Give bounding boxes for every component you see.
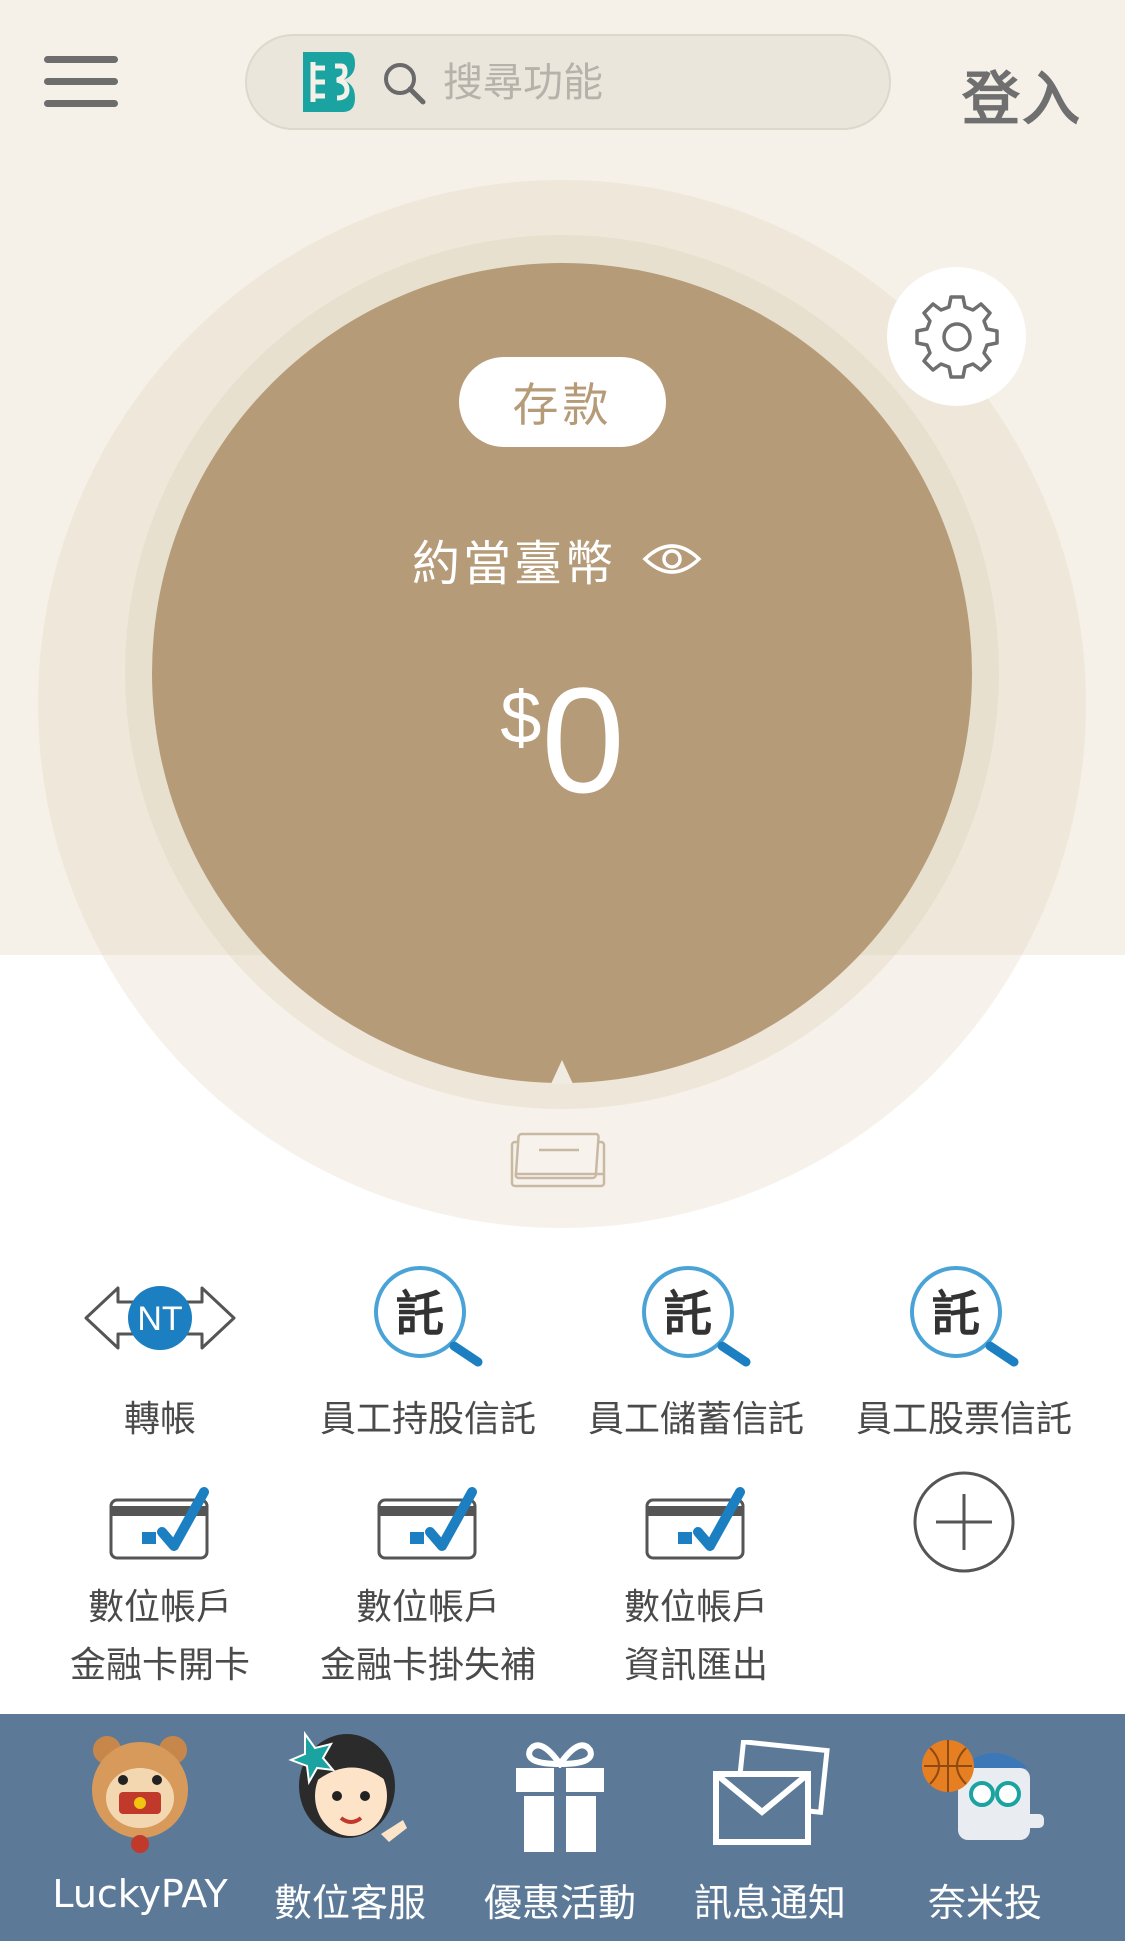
function-label-line2: 資訊匯出 <box>623 1645 768 1686</box>
svg-text:託: 託 <box>396 1286 444 1342</box>
bottom-nav: LuckyPAY 數位客服 優惠活動 訊息通知 奈米投 <box>0 1714 1125 1941</box>
nav-luckypay[interactable]: LuckyPAY <box>40 1714 240 1941</box>
function-label: 員工股票信託 <box>855 1399 1072 1440</box>
search-input[interactable] <box>443 52 863 114</box>
menu-icon[interactable] <box>44 56 120 108</box>
svg-text:託: 託 <box>932 1286 980 1342</box>
card-check-icon <box>109 1487 209 1560</box>
nav-promotions[interactable]: 優惠活動 <box>470 1714 650 1941</box>
digital-card-open-button[interactable]: 數位帳戶 金融卡開卡 <box>26 1480 294 1710</box>
gear-icon <box>915 295 999 379</box>
mail-icon <box>713 1740 830 1845</box>
account-card-icon[interactable] <box>509 1130 609 1190</box>
search-bar[interactable] <box>245 34 891 130</box>
nt-transfer-icon: NT <box>84 1286 236 1350</box>
search-icon <box>384 63 426 105</box>
function-label: 員工儲蓄信託 <box>587 1399 804 1440</box>
digital-card-lost-button[interactable]: 數位帳戶 金融卡掛失補 <box>294 1480 562 1710</box>
nav-label: 訊息通知 <box>693 1881 846 1925</box>
function-label: 員工持股信託 <box>319 1399 536 1440</box>
nt-badge: NT <box>137 1300 182 1338</box>
eye-icon[interactable] <box>642 539 702 579</box>
digital-info-export-button[interactable]: 數位帳戶 資訊匯出 <box>562 1480 830 1710</box>
currency-symbol: $ <box>500 676 542 759</box>
function-label-line2: 金融卡開卡 <box>69 1645 250 1686</box>
currency-row: 約當臺幣 <box>412 525 702 593</box>
nav-notifications[interactable]: 訊息通知 <box>680 1714 860 1941</box>
nav-digital-service[interactable]: 數位客服 <box>260 1714 440 1941</box>
deposit-tab[interactable]: 存款 <box>459 357 666 447</box>
currency-label: 約當臺幣 <box>412 536 617 592</box>
settings-button[interactable] <box>887 267 1026 406</box>
nav-label: 奈米投 <box>927 1881 1042 1925</box>
nav-nano-invest[interactable]: 奈米投 <box>885 1714 1085 1941</box>
employee-savings-trust-button[interactable]: 託 員工儲蓄信託 <box>562 1266 830 1448</box>
function-label-line1: 數位帳戶 <box>355 1587 500 1628</box>
plus-circle-icon <box>913 1471 1015 1573</box>
svg-text:託: 託 <box>664 1286 712 1342</box>
employee-stock-trust-button[interactable]: 託 員工股票信託 <box>830 1266 1098 1448</box>
balance-amount: $0 <box>0 665 1125 815</box>
function-label-line1: 數位帳戶 <box>623 1587 768 1628</box>
function-label-line2: 金融卡掛失補 <box>319 1645 536 1686</box>
balance-value: 0 <box>541 656 625 824</box>
gift-icon <box>516 1742 604 1852</box>
card-check-icon <box>377 1487 477 1560</box>
function-label-line1: 數位帳戶 <box>87 1587 232 1628</box>
fubon-logo-icon <box>303 52 355 112</box>
transfer-button[interactable]: NT 轉帳 <box>26 1268 294 1448</box>
nav-label: LuckyPAY <box>52 1872 228 1916</box>
service-girl-icon <box>288 1730 407 1842</box>
bear-mascot-icon <box>92 1736 188 1853</box>
trust-search-icon: 託 <box>642 1266 751 1367</box>
trust-search-icon: 託 <box>910 1266 1019 1367</box>
add-function-button[interactable] <box>830 1470 1098 1580</box>
carousel-pointer <box>551 1060 573 1084</box>
employee-stock-ownership-trust-button[interactable]: 託 員工持股信託 <box>294 1266 562 1448</box>
card-check-icon <box>645 1487 745 1560</box>
robo-advisor-icon <box>922 1740 1044 1840</box>
nav-label: 數位客服 <box>273 1881 426 1925</box>
function-label: 轉帳 <box>123 1399 196 1440</box>
login-button[interactable]: 登入 <box>962 52 1082 136</box>
trust-search-icon: 託 <box>374 1266 483 1367</box>
nav-label: 優惠活動 <box>483 1881 636 1925</box>
